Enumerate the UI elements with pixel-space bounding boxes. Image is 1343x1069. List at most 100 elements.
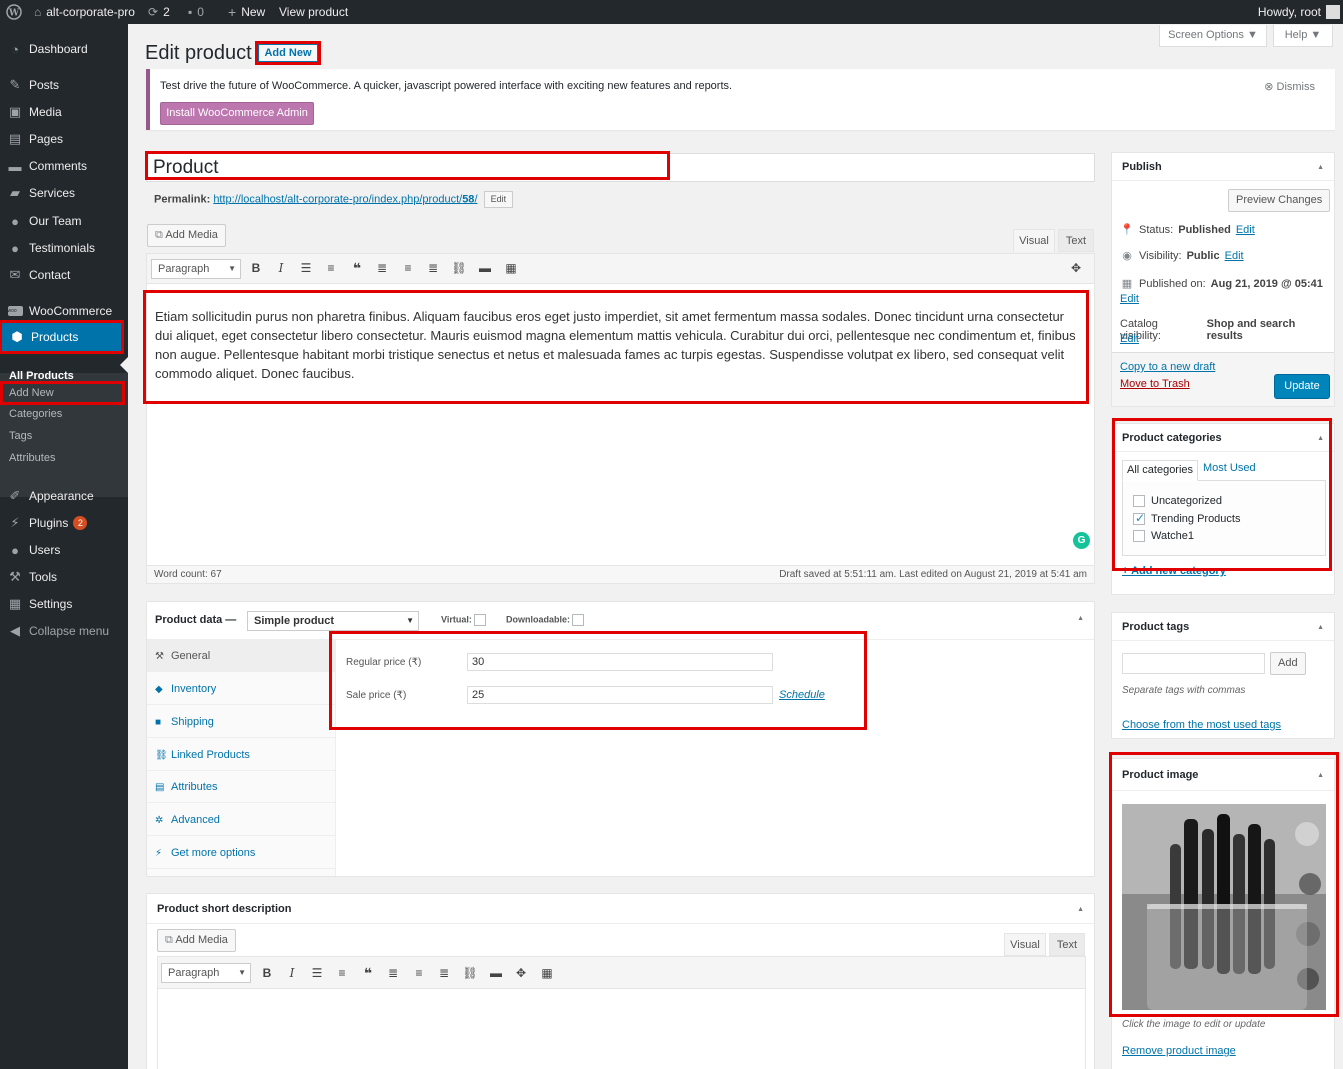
sidebar-item-posts[interactable]: ✎ Posts [0,72,128,98]
sidebar-item-woocommerce[interactable]: woo WooCommerce [0,298,128,324]
downloadable-checkbox[interactable] [572,614,585,626]
numbered-list-icon[interactable]: ≡ [334,965,350,981]
sidebar-item-comments[interactable]: ▬ Comments [0,153,128,179]
downloadable-option[interactable]: Downloadable: [506,614,585,626]
tab-all-categories[interactable]: All categories [1122,460,1199,481]
italic-icon[interactable]: I [284,965,300,981]
collapse-menu-button[interactable]: ◀ Collapse menu [0,618,128,644]
sidebar-item-tools[interactable]: ⚒ Tools [0,564,128,590]
toolbar-toggle-icon[interactable]: ▦ [503,260,519,276]
bold-icon[interactable]: B [248,260,264,276]
format-select[interactable]: Paragraph ▼ [151,259,241,279]
editor-status-bar: Word count: 67 Draft saved at 5:51:11 am… [147,565,1094,583]
wordpress-logo-icon[interactable]: W [6,0,22,24]
permalink-link[interactable]: http://localhost/alt-corporate-pro/index… [213,193,477,205]
submenu-categories[interactable]: Categories [9,405,62,423]
short-tab-visual[interactable]: Visual [1004,933,1046,956]
tab-text[interactable]: Text [1058,229,1094,252]
permalink-edit-button[interactable]: Edit [483,191,514,208]
new-tag-input[interactable] [1122,653,1265,674]
install-woocommerce-admin-button[interactable]: Install WooCommerce Admin [160,102,314,125]
sidebar-item-testimonials[interactable]: ● Testimonials [0,235,128,261]
tab-general[interactable]: ⚒ General [147,640,336,672]
comments-link[interactable]: ▪ 0 [188,0,204,24]
virtual-option[interactable]: Virtual: [441,614,486,626]
sidebar-item-appearance[interactable]: ✐ Appearance [0,483,128,509]
read-more-icon[interactable]: ▬ [477,260,493,276]
remove-product-image-link[interactable]: Remove product image [1122,1045,1236,1057]
sidebar-item-services[interactable]: ▰ Services [0,180,128,206]
update-button[interactable]: Update [1274,374,1330,399]
align-left-icon[interactable]: ≣ [385,965,401,981]
catalog-edit-link[interactable]: Edit [1120,333,1139,345]
add-tag-button[interactable]: Add [1270,652,1306,675]
copy-to-draft-link[interactable]: Copy to a new draft [1120,361,1215,373]
blockquote-icon[interactable]: ❝ [360,965,376,981]
bold-icon[interactable]: B [259,965,275,981]
status-edit-link[interactable]: Edit [1236,224,1255,236]
site-name-link[interactable]: ⌂ alt-corporate-pro [34,0,135,24]
virtual-checkbox[interactable] [473,614,486,626]
grammarly-icon[interactable]: G [1073,532,1090,549]
tab-inventory[interactable]: ◆ Inventory [147,673,336,705]
help-button[interactable]: Help ▼ [1273,25,1333,47]
sidebar-item-plugins[interactable]: ⚡ Plugins 2 [0,510,128,536]
link-icon[interactable]: ⛓ [462,965,478,981]
short-add-media-button[interactable]: ⧉ Add Media [157,929,236,952]
add-media-button[interactable]: ⧉ Add Media [147,224,226,247]
tab-advanced[interactable]: ✲ Advanced [147,804,336,836]
align-right-icon[interactable]: ≣ [436,965,452,981]
short-format-select[interactable]: Paragraph ▼ [161,963,251,983]
align-center-icon[interactable]: ≡ [400,260,416,276]
italic-icon[interactable]: I [273,260,289,276]
move-to-trash-link[interactable]: Move to Trash [1120,378,1190,390]
tab-get-more-options[interactable]: ⚡ Get more options [147,837,336,869]
bulleted-list-icon[interactable]: ☰ [309,965,325,981]
tab-attributes[interactable]: ▤ Attributes [147,771,336,803]
dismiss-notice-button[interactable]: ⊗ Dismiss [1264,80,1315,93]
view-product-link[interactable]: View product [279,0,348,24]
add-new-button[interactable]: Add New [255,41,321,65]
blockquote-icon[interactable]: ❝ [349,260,365,276]
fullscreen-icon[interactable]: ✥ [1068,260,1084,276]
bulleted-list-icon[interactable]: ☰ [298,260,314,276]
user-account-menu[interactable]: Howdy, root [1258,0,1340,24]
sidebar-item-settings[interactable]: ▦ Settings [0,591,128,617]
sidebar-item-dashboard[interactable]: ◔ Dashboard [0,36,128,62]
fullscreen-icon[interactable]: ✥ [513,965,529,981]
preview-changes-button[interactable]: Preview Changes [1228,189,1331,212]
submenu-attributes[interactable]: Attributes [9,449,55,467]
visibility-edit-link[interactable]: Edit [1225,250,1244,262]
updates-link[interactable]: ⟳ 2 [148,0,170,24]
collapse-toggle-icon[interactable]: ▲ [1077,906,1084,913]
sidebar-item-products[interactable]: ⬢ Products [0,320,124,354]
sidebar-item-pages[interactable]: ▤ Pages [0,126,128,152]
short-tab-text[interactable]: Text [1049,933,1085,956]
align-right-icon[interactable]: ≣ [425,260,441,276]
sidebar-item-media[interactable]: ▣ Media [0,99,128,125]
tab-shipping[interactable]: ■ Shipping [147,706,336,738]
align-left-icon[interactable]: ≣ [374,260,390,276]
tab-linked-products[interactable]: ⛓ Linked Products [147,739,336,771]
screen-options-button[interactable]: Screen Options ▼ [1159,25,1267,47]
new-content-link[interactable]: + New [228,0,265,24]
submenu-all-products[interactable]: All Products [9,367,74,385]
published-edit-link[interactable]: Edit [1120,293,1139,305]
numbered-list-icon[interactable]: ≡ [323,260,339,276]
collapse-toggle-icon[interactable]: ▲ [1317,624,1324,631]
tab-visual[interactable]: Visual [1013,229,1055,252]
sidebar-item-our-team[interactable]: ● Our Team [0,208,128,234]
toolbar-toggle-icon[interactable]: ▦ [539,965,555,981]
submenu-add-new[interactable]: Add New [0,381,125,405]
align-center-icon[interactable]: ≡ [411,965,427,981]
sidebar-item-contact[interactable]: ✉ Contact [0,262,128,288]
choose-most-used-tags-link[interactable]: Choose from the most used tags [1122,719,1281,731]
collapse-toggle-icon[interactable]: ▲ [1317,164,1324,171]
submenu-tags[interactable]: Tags [9,427,32,445]
read-more-icon[interactable]: ▬ [488,965,504,981]
sidebar-item-users[interactable]: ● Users [0,537,128,563]
short-description-editor[interactable]: Paragraph ▼ B I ☰ ≡ ❝ ≣ ≡ ≣ ⛓ ▬ ✥ ▦ [157,956,1086,1069]
collapse-toggle-icon[interactable]: ▲ [1077,615,1084,622]
link-icon[interactable]: ⛓ [451,260,467,276]
product-type-select[interactable]: Simple product ▼ [247,611,419,631]
